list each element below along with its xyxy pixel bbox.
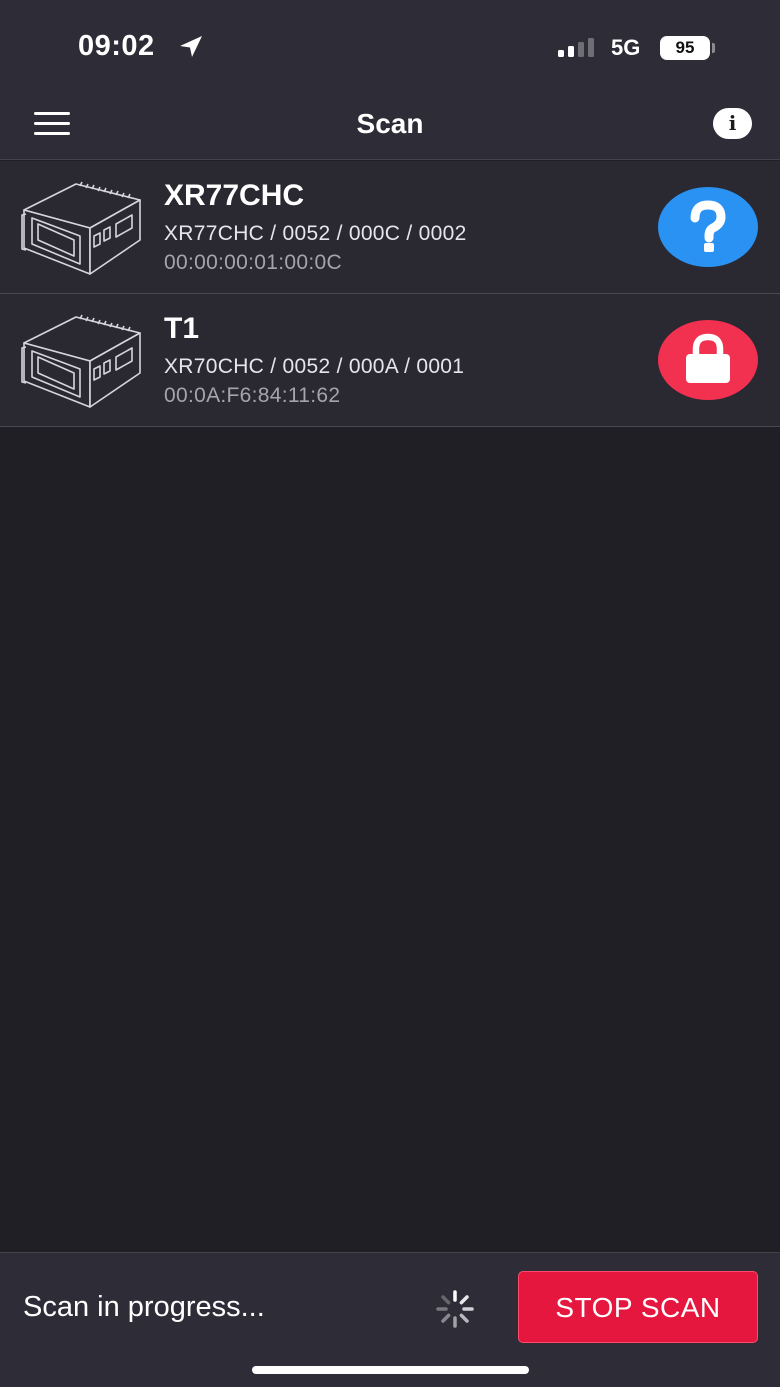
network-type: 5G <box>611 35 641 60</box>
controller-device-icon <box>20 178 144 283</box>
battery-nub <box>712 43 715 53</box>
device-row[interactable]: XR77CHC XR77CHC / 0052 / 000C / 0002 00:… <box>0 161 780 294</box>
cellular-signal-icon <box>558 38 598 63</box>
nav-bar: Scan i <box>0 90 780 160</box>
device-name: XR77CHC <box>164 179 305 212</box>
device-name: T1 <box>164 312 200 345</box>
controller-device-icon <box>20 311 144 416</box>
scan-status-text: Scan in progress... <box>23 1291 265 1323</box>
device-model-info: XR77CHC / 0052 / 000C / 0002 <box>164 222 467 245</box>
stop-scan-button[interactable]: STOP SCAN <box>518 1271 758 1343</box>
spinner-icon <box>435 1289 475 1334</box>
status-time: 09:02 <box>78 30 155 62</box>
lock-icon <box>686 333 730 383</box>
bottom-bar: Scan in progress... STOP SCAN <box>0 1252 780 1387</box>
device-model-info: XR70CHC / 0052 / 000A / 0001 <box>164 355 465 378</box>
device-list: XR77CHC XR77CHC / 0052 / 000C / 0002 00:… <box>0 161 780 427</box>
battery-icon: 95 <box>660 36 710 60</box>
info-icon[interactable]: i <box>713 108 752 139</box>
device-row[interactable]: T1 XR70CHC / 0052 / 000A / 0001 00:0A:F6… <box>0 294 780 427</box>
device-status-locked-button[interactable] <box>658 320 758 400</box>
battery-level: 95 <box>675 38 695 57</box>
location-arrow-icon <box>178 35 204 64</box>
page-title: Scan <box>356 108 424 139</box>
device-mac-address: 00:0A:F6:84:11:62 <box>164 384 341 407</box>
device-status-unknown-button[interactable] <box>658 187 758 267</box>
status-bar: 09:02 5G 95 <box>0 0 780 90</box>
home-indicator <box>252 1366 529 1374</box>
device-mac-address: 00:00:00:01:00:0C <box>164 251 342 274</box>
question-icon <box>690 200 726 252</box>
